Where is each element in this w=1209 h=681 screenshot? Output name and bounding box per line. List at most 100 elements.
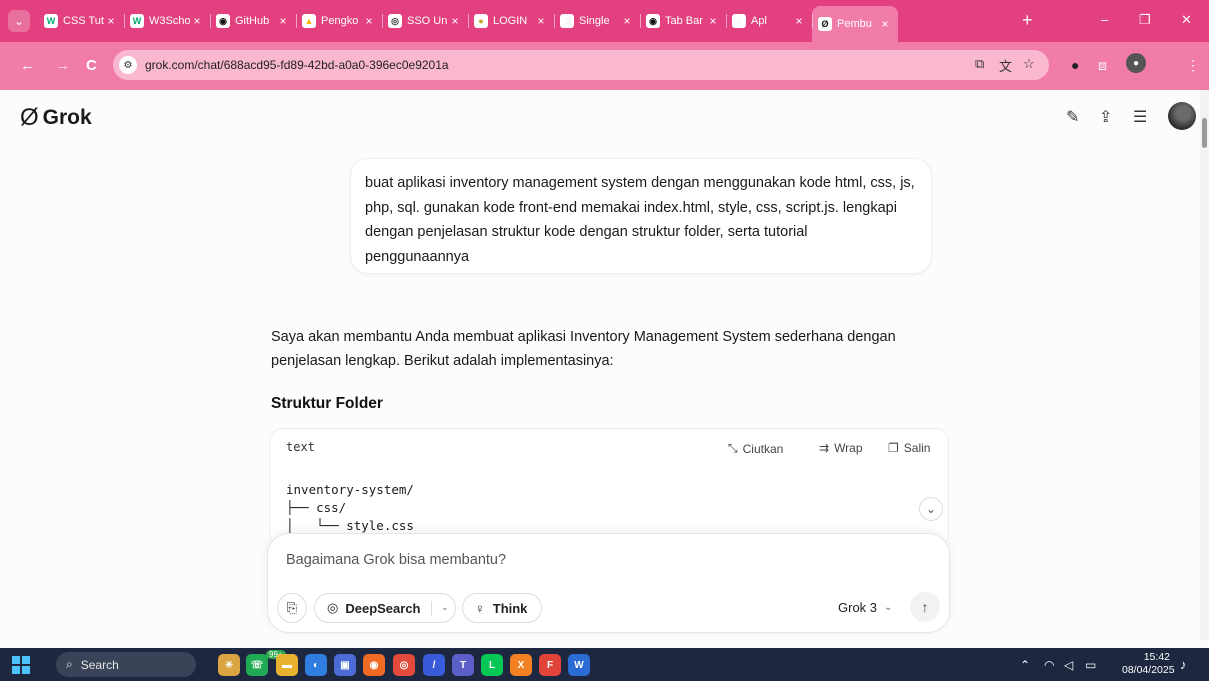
tab-title: Tab Bar: [665, 15, 703, 27]
tab-search-button[interactable]: ⌄: [8, 10, 30, 32]
store-icon[interactable]: ▣: [334, 654, 356, 676]
attach-button[interactable]: ⎘: [277, 593, 307, 623]
edge-icon[interactable]: ◐: [305, 654, 327, 676]
browser-toolbar: ← → C ⚙ grok.com/chat/688acd95-fd89-42bd…: [0, 42, 1209, 90]
send-button[interactable]: ↑: [910, 592, 940, 622]
browser-tab[interactable]: ◌ Single ×: [554, 6, 640, 36]
browser-tab[interactable]: ▲ Pengko ×: [296, 6, 382, 36]
browser-tab[interactable]: W W3Scho ×: [124, 6, 210, 36]
word-icon[interactable]: W: [568, 654, 590, 676]
tab-close-icon[interactable]: ×: [104, 14, 118, 28]
code-language-label: text: [286, 440, 315, 454]
new-chat-icon[interactable]: ✎: [1066, 107, 1079, 127]
tab-favicon-icon: ◉: [216, 14, 230, 28]
file-explorer-icon[interactable]: ▬: [276, 654, 298, 676]
site-info-icon[interactable]: ⚙: [119, 56, 137, 74]
minimize-button[interactable]: –: [1101, 12, 1108, 27]
tab-favicon-icon: ◌: [732, 14, 746, 28]
tab-title: Single: [579, 15, 610, 27]
browser-tab[interactable]: ● LOGIN ×: [468, 6, 554, 36]
notification-bell-icon[interactable]: ♪: [1180, 657, 1187, 672]
tab-close-icon[interactable]: ×: [620, 14, 634, 28]
tab-favicon-icon: ▲: [302, 14, 316, 28]
browser-menu-icon[interactable]: ⋮: [1186, 57, 1200, 74]
line-icon[interactable]: L: [481, 654, 503, 676]
tab-close-icon[interactable]: ×: [362, 14, 376, 28]
wifi-icon[interactable]: ◠: [1044, 658, 1054, 672]
extension-icon[interactable]: ●: [1071, 57, 1079, 73]
browser-tab[interactable]: ◉ GitHub ×: [210, 6, 296, 36]
tab-close-icon[interactable]: ×: [448, 14, 462, 28]
think-button[interactable]: ♀ Think: [462, 593, 542, 623]
taskbar-search[interactable]: ⌕ Search: [56, 652, 196, 677]
translate-icon[interactable]: 文: [999, 56, 1012, 75]
browser-tab[interactable]: ◎ SSO Un ×: [382, 6, 468, 36]
tab-title: Pembu: [837, 18, 872, 30]
collapse-code-button[interactable]: ⤡ Ciutkan: [728, 441, 783, 456]
collapse-icon: ⤡: [728, 441, 738, 455]
address-bar[interactable]: ⚙ grok.com/chat/688acd95-fd89-42bd-a0a0-…: [113, 50, 1049, 80]
scroll-down-button[interactable]: ⌄: [919, 497, 943, 521]
history-icon[interactable]: ☰: [1133, 107, 1147, 127]
window-close-button[interactable]: ✕: [1181, 12, 1192, 28]
deepsearch-chevron-icon[interactable]: ⌄: [441, 602, 449, 613]
start-button[interactable]: [12, 656, 30, 674]
tab-list: W CSS Tut × W W3Scho × ◉ GitHub × ▲ Pengko × ◎ SSO Un…: [38, 6, 898, 42]
extensions-puzzle-icon[interactable]: ⧈: [1098, 57, 1107, 74]
windows-taskbar: ⌕ Search ☀ ☏ 99+ ▬ ◐ ▣ ◉ ◎ / T L X F W ⌃…: [0, 648, 1209, 681]
search-icon: ⌕: [66, 657, 73, 671]
tab-favicon-icon: ◌: [560, 14, 574, 28]
tray-chevron-icon[interactable]: ⌃: [1020, 658, 1030, 672]
chat-input[interactable]: Bagaimana Grok bisa membantu?: [286, 552, 506, 568]
section-heading: Struktur Folder: [271, 395, 383, 412]
filezilla-icon[interactable]: F: [539, 654, 561, 676]
battery-icon[interactable]: ▭: [1085, 658, 1096, 672]
share-icon[interactable]: ⇪: [1099, 107, 1112, 127]
browser-tab[interactable]: ◌ Apl ×: [726, 6, 812, 36]
grok-logo[interactable]: Ø Grok: [20, 104, 92, 132]
deepsearch-button[interactable]: ◎ DeepSearch ⌄: [314, 593, 456, 623]
chevron-down-icon: ⌄: [884, 602, 893, 613]
tab-close-icon[interactable]: ×: [878, 17, 892, 31]
xampp-icon[interactable]: X: [510, 654, 532, 676]
user-message-bubble: buat aplikasi inventory management syste…: [350, 158, 932, 274]
bookmark-star-icon[interactable]: ☆: [1023, 56, 1035, 72]
tab-close-icon[interactable]: ×: [190, 14, 204, 28]
deepsearch-icon: ◎: [327, 600, 339, 615]
browser-tab-strip: ⌄ W CSS Tut × W W3Scho × ◉ GitHub × ▲ Pengko × ◎ SSO …: [0, 0, 1209, 42]
tab-close-icon[interactable]: ×: [534, 14, 548, 28]
url-text[interactable]: grok.com/chat/688acd95-fd89-42bd-a0a0-39…: [145, 58, 449, 72]
teams-icon[interactable]: T: [452, 654, 474, 676]
taskbar-widget-icon[interactable]: ☀: [218, 654, 240, 676]
user-avatar[interactable]: [1168, 102, 1196, 130]
tab-close-icon[interactable]: ×: [706, 14, 720, 28]
tab-close-icon[interactable]: ×: [276, 14, 290, 28]
model-selector[interactable]: Grok 3 ⌄: [838, 600, 892, 615]
browser-tab[interactable]: ◉ Tab Bar ×: [640, 6, 726, 36]
page-scrollbar[interactable]: [1200, 90, 1209, 640]
browser-tab[interactable]: Ø Pembu ×: [812, 6, 898, 42]
firefox-icon[interactable]: ◉: [363, 654, 385, 676]
tab-close-icon[interactable]: ×: [792, 14, 806, 28]
tab-favicon-icon: W: [44, 14, 58, 28]
browser-profile-avatar[interactable]: ●: [1126, 53, 1146, 73]
copy-icon: ❐: [888, 441, 899, 455]
vscode-icon[interactable]: /: [423, 654, 445, 676]
whatsapp-icon[interactable]: ☏: [246, 654, 268, 676]
code-block: text ⤡ Ciutkan ⇉ Wrap ❐ Salin inventory-sys…: [269, 428, 949, 548]
chrome-icon[interactable]: ◎: [393, 654, 415, 676]
wrap-code-button[interactable]: ⇉ Wrap: [819, 441, 863, 455]
taskbar-clock[interactable]: 15:42 08/04/2025: [1122, 651, 1175, 677]
tab-title: Apl: [751, 15, 767, 27]
volume-icon[interactable]: ◁: [1064, 658, 1073, 672]
restore-button[interactable]: ❐: [1139, 12, 1151, 28]
cast-icon[interactable]: ⧉: [975, 56, 984, 72]
forward-button[interactable]: →: [55, 57, 70, 74]
new-tab-button[interactable]: +: [1022, 11, 1033, 29]
back-button[interactable]: ←: [20, 57, 35, 74]
browser-tab[interactable]: W CSS Tut ×: [38, 6, 124, 36]
copy-code-button[interactable]: ❐ Salin: [888, 441, 930, 455]
tab-favicon-icon: ●: [474, 14, 488, 28]
code-content: inventory-system/├── css/│ └── style.css: [286, 481, 414, 535]
reload-button[interactable]: C: [86, 57, 97, 74]
